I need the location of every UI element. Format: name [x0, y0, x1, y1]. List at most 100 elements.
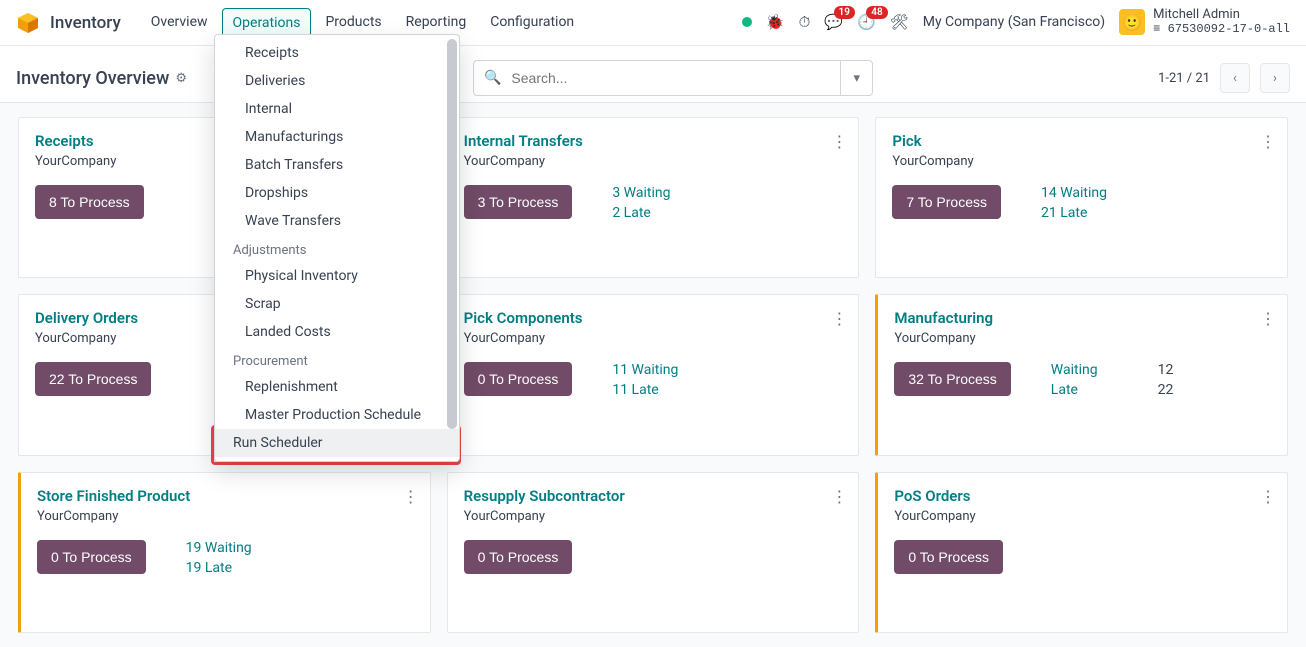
kanban-card[interactable]: ⋮PickYourCompany7 To Process14 Waiting21…	[875, 117, 1288, 278]
user-name: Mitchell Admin	[1153, 8, 1290, 23]
stat-value: 22	[1158, 382, 1174, 398]
process-button[interactable]: 32 To Process	[894, 362, 1010, 396]
card-menu-icon[interactable]: ⋮	[403, 487, 418, 506]
card-stats: 19 Waiting 19 Late	[186, 540, 252, 576]
dropdown-item[interactable]: Master Production Schedule	[215, 401, 459, 429]
nav-overview[interactable]: Overview	[141, 8, 218, 38]
stat-link[interactable]: 14 Waiting	[1041, 185, 1107, 201]
dropdown-item[interactable]: Replenishment	[215, 373, 459, 401]
process-button[interactable]: 3 To Process	[464, 185, 573, 219]
card-title[interactable]: Pick	[892, 132, 1271, 150]
gear-icon[interactable]: ⚙	[175, 71, 187, 86]
dropdown-item[interactable]: Landed Costs	[215, 318, 459, 346]
pager-text: 1-21 / 21	[1158, 71, 1210, 86]
stat-link[interactable]: 11 Waiting	[612, 362, 678, 378]
card-title[interactable]: Resupply Subcontractor	[464, 487, 843, 505]
stat-link[interactable]: 3 Waiting	[612, 185, 670, 201]
control-panel: Inventory Overview ⚙ 🔍 ▾ 1-21 / 21 ‹ ›	[0, 46, 1306, 102]
kanban-card[interactable]: ⋮Internal Transfers YourCompany 3 To Proce…	[447, 117, 860, 278]
search-box: 🔍 ▾	[473, 60, 873, 96]
card-title[interactable]: Store Finished Product	[37, 487, 414, 505]
search-options-toggle[interactable]: ▾	[840, 61, 872, 95]
dropdown-item[interactable]: Internal	[215, 95, 459, 123]
stat-link[interactable]: 2 Late	[612, 205, 670, 221]
card-menu-icon[interactable]: ⋮	[831, 132, 846, 151]
card-menu-icon[interactable]: ⋮	[831, 309, 846, 328]
company-switcher[interactable]: My Company (San Francisco)	[923, 14, 1105, 30]
user-menu[interactable]: 🙂 Mitchell Admin ≡ 67530092-17-0-all	[1119, 8, 1290, 37]
card-stats: 11 Waiting 11 Late	[612, 362, 678, 398]
kanban-view: ⋮ReceiptsYourCompany8 To Process⋮Interna…	[0, 102, 1306, 647]
kanban-card[interactable]: ⋮Manufacturing YourCompany 32 To Process Wa…	[875, 294, 1288, 455]
dropdown-item[interactable]: Dropships	[215, 179, 459, 207]
systray: 🐞 ⏱ 💬19 🕘48 🛠 My Company (San Francisco)…	[742, 8, 1290, 37]
dropdown-section-header: Adjustments	[215, 235, 459, 262]
tools-icon[interactable]: 🛠	[890, 13, 909, 31]
process-button[interactable]: 0 To Process	[464, 540, 573, 574]
breadcrumb: Inventory Overview ⚙	[16, 68, 187, 89]
dropdown-item[interactable]: Deliveries	[215, 67, 459, 95]
stat-link[interactable]: 11 Late	[612, 382, 678, 398]
card-subtitle: YourCompany	[464, 154, 843, 169]
nav-products[interactable]: Products	[315, 8, 391, 38]
card-title[interactable]: Manufacturing	[894, 309, 1271, 327]
card-stats: 3 Waiting 2 Late	[612, 185, 670, 221]
pager-prev-button[interactable]: ‹	[1220, 63, 1250, 93]
card-subtitle: YourCompany	[894, 331, 1271, 346]
status-dot-icon	[742, 17, 752, 27]
dropdown-item[interactable]: Receipts	[215, 39, 459, 67]
activity-icon[interactable]: 🕘48	[857, 13, 876, 31]
process-button[interactable]: 0 To Process	[464, 362, 573, 396]
stat-value: 12	[1158, 362, 1174, 378]
card-title[interactable]: Internal Transfers	[464, 132, 843, 150]
kanban-card[interactable]: ⋮PoS Orders YourCompany 0 To Process	[875, 472, 1288, 633]
nav-reporting[interactable]: Reporting	[396, 8, 477, 38]
card-menu-icon[interactable]: ⋮	[1260, 487, 1275, 506]
stat-link[interactable]: 19 Late	[186, 560, 252, 576]
app-logo-icon	[16, 11, 40, 35]
process-button[interactable]: 8 To Process	[35, 185, 144, 219]
search-input[interactable]	[511, 70, 840, 86]
kanban-card[interactable]: ⋮Store Finished Product YourCompany 0 To P…	[18, 472, 431, 633]
card-subtitle: YourCompany	[37, 509, 414, 524]
stat-link[interactable]: 21 Late	[1041, 205, 1107, 221]
dropdown-item[interactable]: Manufacturings	[215, 123, 459, 151]
operations-dropdown: ReceiptsDeliveriesInternalManufacturings…	[214, 34, 460, 462]
search-icon: 🔍	[474, 70, 511, 86]
timer-icon[interactable]: ⏱	[799, 13, 811, 31]
kanban-card[interactable]: ⋮Pick ComponentsYourCompany0 To Process1…	[447, 294, 860, 455]
card-subtitle: YourCompany	[464, 509, 843, 524]
kanban-card[interactable]: ⋮Resupply Subcontractor YourCompany 0 To P…	[447, 472, 860, 633]
card-stats: 14 Waiting 21 Late	[1041, 185, 1107, 221]
stat-label[interactable]: Late	[1051, 382, 1098, 398]
db-name: ≡ 67530092-17-0-all	[1153, 23, 1290, 37]
app-name[interactable]: Inventory	[50, 13, 121, 33]
dropdown-item[interactable]: Run Scheduler	[215, 429, 459, 457]
process-button[interactable]: 22 To Process	[35, 362, 151, 396]
card-menu-icon[interactable]: ⋮	[1260, 132, 1275, 151]
avatar-icon: 🙂	[1119, 9, 1145, 35]
dropdown-item[interactable]: Scrap	[215, 290, 459, 318]
dropdown-scrollbar[interactable]	[447, 39, 457, 429]
process-button[interactable]: 0 To Process	[894, 540, 1003, 574]
nav-configuration[interactable]: Configuration	[480, 8, 584, 38]
card-title[interactable]: Pick Components	[464, 309, 843, 327]
stat-link[interactable]: 19 Waiting	[186, 540, 252, 556]
pager: 1-21 / 21 ‹ ›	[1158, 63, 1290, 93]
dropdown-item[interactable]: Physical Inventory	[215, 262, 459, 290]
card-menu-icon[interactable]: ⋮	[831, 487, 846, 506]
dropdown-item[interactable]: Batch Transfers	[215, 151, 459, 179]
stat-label[interactable]: Waiting	[1051, 362, 1098, 378]
card-stats-table: Waiting 12 Late 22	[1051, 362, 1174, 398]
nav-operations[interactable]: Operations	[222, 8, 312, 38]
dropdown-item[interactable]: Wave Transfers	[215, 207, 459, 235]
card-subtitle: YourCompany	[894, 509, 1271, 524]
chat-icon[interactable]: 💬19	[824, 13, 843, 31]
process-button[interactable]: 7 To Process	[892, 185, 1001, 219]
bug-icon[interactable]: 🐞	[766, 13, 785, 31]
process-button[interactable]: 0 To Process	[37, 540, 146, 574]
pager-next-button[interactable]: ›	[1260, 63, 1290, 93]
top-nav: Inventory Overview Operations Products R…	[0, 0, 1306, 46]
card-menu-icon[interactable]: ⋮	[1260, 309, 1275, 328]
card-title[interactable]: PoS Orders	[894, 487, 1271, 505]
